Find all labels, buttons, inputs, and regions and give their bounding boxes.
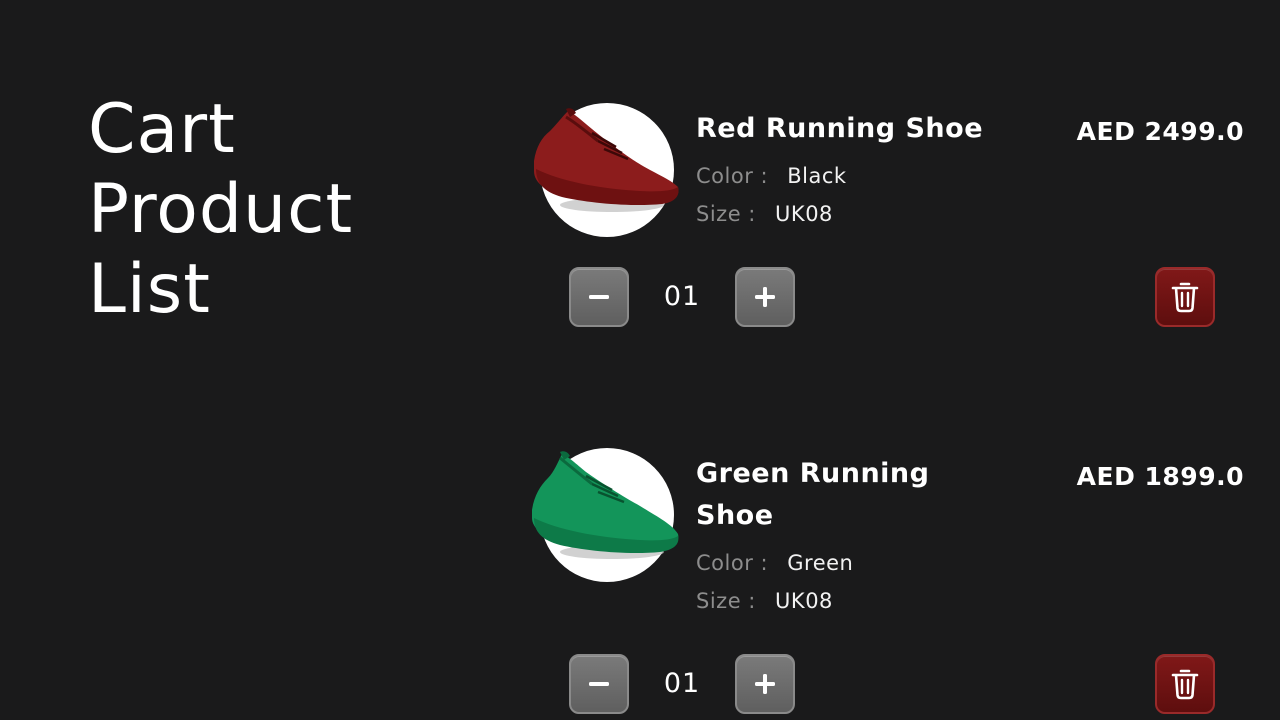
page-title: Cart Product List [88, 90, 353, 330]
cart-item: Green Running Shoe AED 1899.0 Color : Gr… [530, 445, 1250, 720]
quantity-value: 01 [663, 281, 701, 312]
product-size: Size : UK08 [696, 589, 833, 613]
minus-icon [589, 682, 609, 686]
color-value: Green [787, 551, 854, 575]
page-title-line-2: Product [88, 170, 354, 249]
page-title-line-1: Cart [88, 90, 236, 169]
size-label: Size : [696, 202, 756, 226]
minus-icon [589, 295, 609, 299]
product-name[interactable]: Red Running Shoe [696, 108, 1016, 150]
red-shoe-icon [534, 108, 679, 212]
product-image-green-shoe [530, 448, 680, 583]
green-shoe-icon [532, 451, 679, 559]
decrease-quantity-button[interactable] [569, 654, 629, 714]
product-color: Color : Green [696, 551, 853, 575]
size-value: UK08 [775, 589, 833, 613]
cart-item: Red Running Shoe AED 2499.0 Color : Blac… [530, 100, 1250, 340]
increase-quantity-button[interactable] [735, 654, 795, 714]
plus-icon [755, 674, 775, 694]
trash-icon [1171, 669, 1199, 700]
increase-quantity-button[interactable] [735, 267, 795, 327]
product-image-red-shoe [530, 103, 680, 238]
quantity-controls: 01 [569, 267, 1215, 327]
remove-item-button[interactable] [1155, 654, 1215, 714]
decrease-quantity-button[interactable] [569, 267, 629, 327]
product-size: Size : UK08 [696, 202, 833, 226]
size-label: Size : [696, 589, 756, 613]
trash-icon [1171, 282, 1199, 313]
quantity-controls: 01 [569, 654, 1215, 714]
color-value: Black [787, 164, 847, 188]
color-label: Color : [696, 164, 769, 188]
product-color: Color : Black [696, 164, 847, 188]
product-price: AED 2499.0 [1076, 117, 1244, 146]
remove-item-button[interactable] [1155, 267, 1215, 327]
page-title-line-3: List [88, 250, 211, 329]
quantity-value: 01 [663, 668, 701, 699]
product-price: AED 1899.0 [1076, 462, 1244, 491]
size-value: UK08 [775, 202, 833, 226]
cart-page: Cart Product List Red Running Shoe AED 2… [0, 0, 1280, 720]
product-name[interactable]: Green Running Shoe [696, 453, 1016, 537]
color-label: Color : [696, 551, 769, 575]
plus-icon [755, 287, 775, 307]
